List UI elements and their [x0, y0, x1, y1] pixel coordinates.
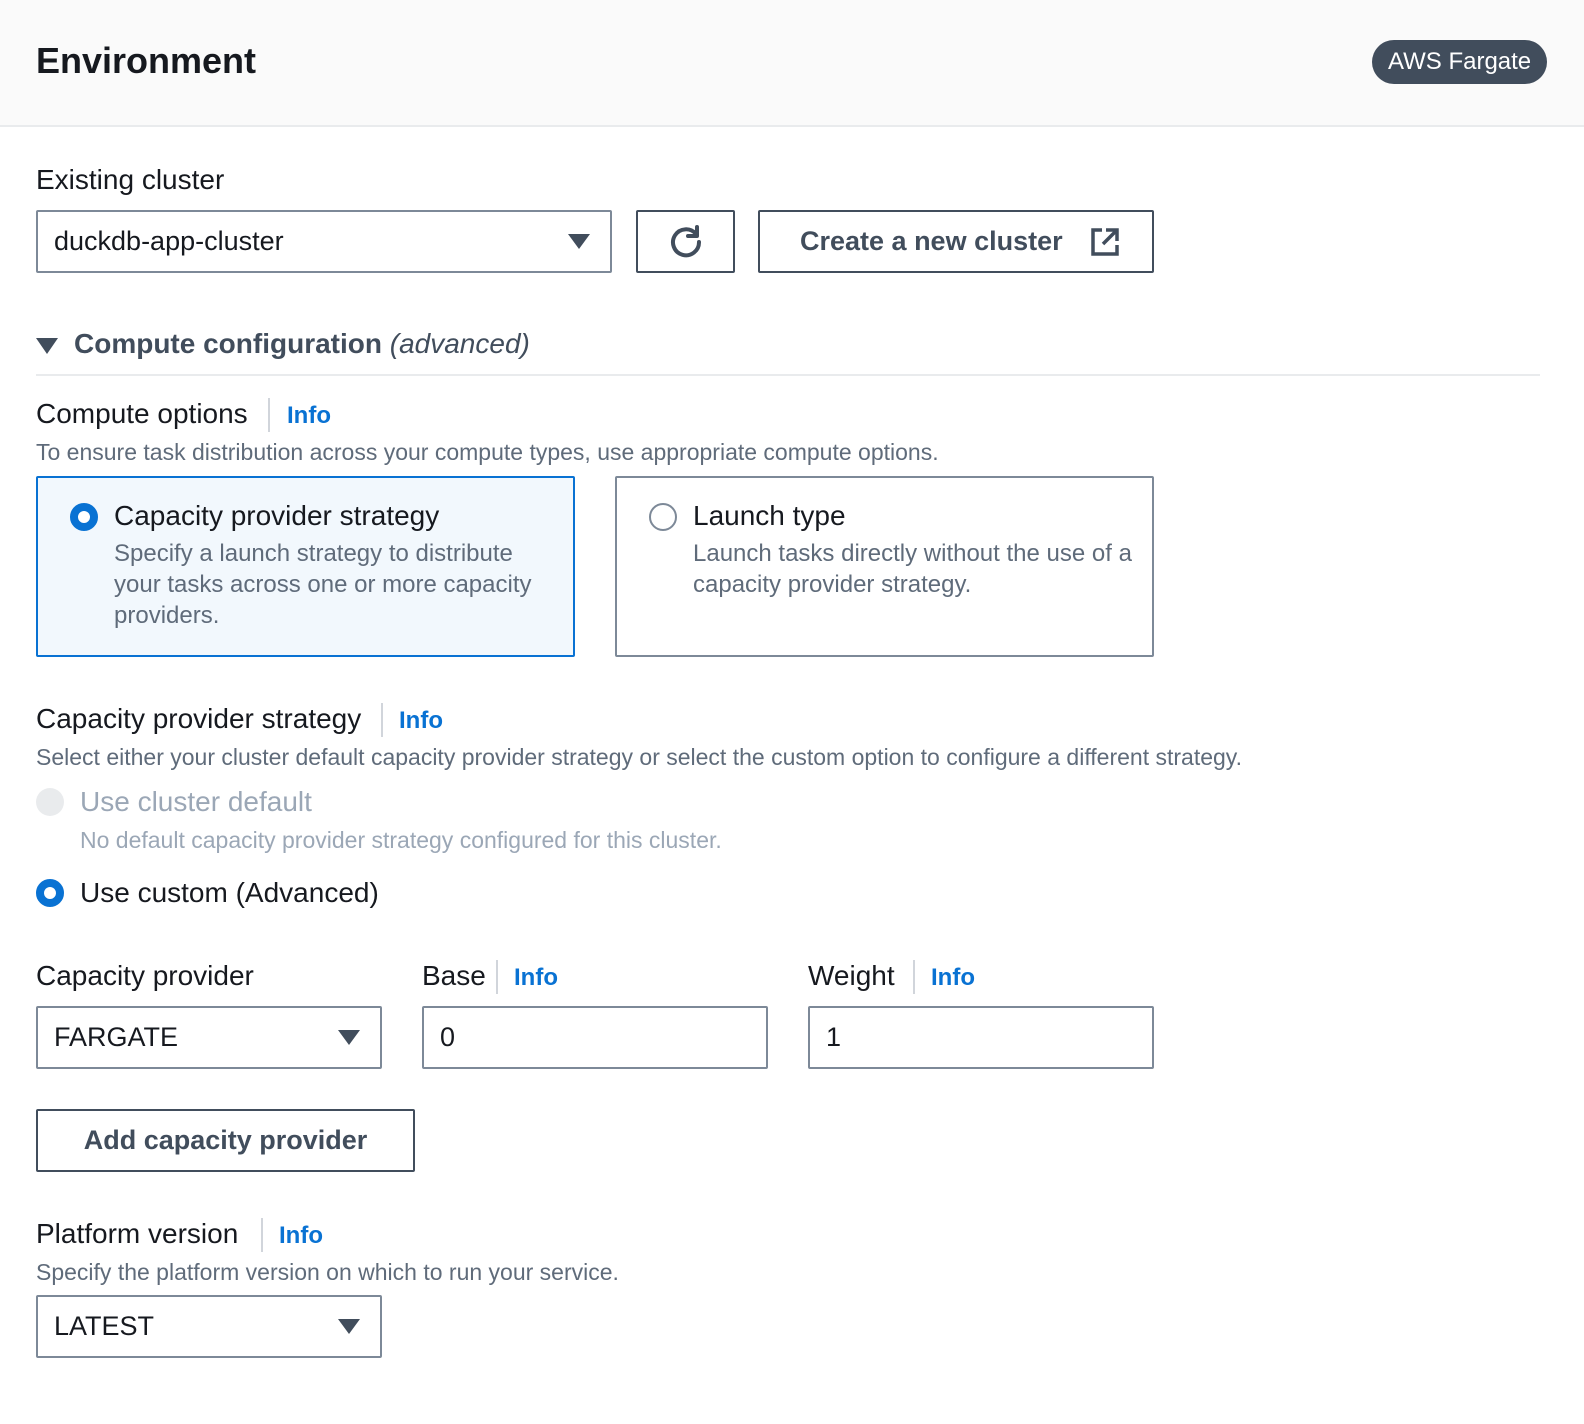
- radio-launch-type[interactable]: [649, 503, 677, 531]
- base-info-link[interactable]: Info: [514, 964, 558, 992]
- capacity-strategy-description: Select either your cluster default capac…: [36, 744, 1242, 770]
- capacity-strategy-label: Capacity provider strategy: [36, 703, 362, 734]
- compute-options-info-link[interactable]: Info: [287, 402, 331, 430]
- capacity-provider-select[interactable]: FARGATE: [36, 1006, 382, 1069]
- caret-down-icon: [568, 234, 590, 249]
- platform-version-description: Specify the platform version on which to…: [36, 1259, 619, 1285]
- use-cluster-default-description: No default capacity provider strategy co…: [80, 827, 722, 853]
- caret-down-icon: [36, 338, 58, 354]
- platform-version-value: LATEST: [54, 1311, 155, 1341]
- caret-down-icon: [338, 1319, 360, 1334]
- existing-cluster-label: Existing cluster: [36, 164, 225, 195]
- tile-title: Capacity provider strategy: [114, 500, 440, 531]
- fargate-badge: AWS Fargate: [1372, 40, 1548, 84]
- info-divider: [261, 1218, 263, 1252]
- page-title: Environment: [36, 40, 257, 81]
- radio-use-cluster-default[interactable]: [36, 788, 64, 816]
- base-label: Base: [422, 960, 486, 991]
- info-divider: [268, 398, 270, 432]
- base-input[interactable]: 0: [422, 1006, 768, 1069]
- section-header: Environment AWS Fargate: [0, 0, 1584, 127]
- refresh-icon: [671, 225, 702, 258]
- tile-title: Launch type: [693, 500, 846, 531]
- tile-capacity-provider-strategy[interactable]: Capacity provider strategy Specify a lau…: [36, 476, 575, 657]
- create-cluster-button[interactable]: Create a new cluster: [758, 210, 1154, 273]
- platform-version-label: Platform version: [36, 1218, 239, 1249]
- capacity-provider-value: FARGATE: [54, 1022, 179, 1052]
- radio-use-custom[interactable]: [36, 879, 64, 907]
- existing-cluster-value: duckdb-app-cluster: [54, 226, 284, 256]
- weight-input[interactable]: 1: [808, 1006, 1154, 1069]
- platform-version-info-link[interactable]: Info: [279, 1222, 323, 1250]
- weight-label: Weight: [808, 960, 895, 991]
- tile-description: Launch tasks directly without the use of…: [693, 540, 1132, 598]
- tile-launch-type[interactable]: Launch type Launch tasks directly withou…: [615, 476, 1154, 657]
- capacity-provider-label: Capacity provider: [36, 960, 254, 991]
- tile-description: Specify a launch strategy to distribute …: [114, 540, 532, 629]
- info-divider: [496, 960, 498, 994]
- caret-down-icon: [338, 1030, 360, 1045]
- platform-version-select[interactable]: LATEST: [36, 1295, 382, 1358]
- capacity-strategy-info-link[interactable]: Info: [399, 707, 443, 735]
- compute-options-description: To ensure task distribution across your …: [36, 439, 939, 465]
- add-capacity-provider-button[interactable]: Add capacity provider: [36, 1109, 415, 1172]
- refresh-button[interactable]: [636, 210, 735, 273]
- weight-info-link[interactable]: Info: [931, 964, 975, 992]
- existing-cluster-select[interactable]: duckdb-app-cluster: [36, 210, 612, 273]
- use-custom-label: Use custom (Advanced): [80, 877, 379, 908]
- radio-capacity-provider-strategy[interactable]: [70, 503, 98, 531]
- compute-config-title: Compute configuration (advanced): [74, 328, 530, 359]
- external-link-icon: [1091, 228, 1119, 256]
- create-cluster-label: Create a new cluster: [800, 226, 1063, 256]
- info-divider: [913, 960, 915, 994]
- use-cluster-default-label: Use cluster default: [80, 786, 312, 817]
- info-divider: [381, 703, 383, 737]
- divider: [36, 374, 1540, 376]
- compute-options-label: Compute options: [36, 398, 248, 429]
